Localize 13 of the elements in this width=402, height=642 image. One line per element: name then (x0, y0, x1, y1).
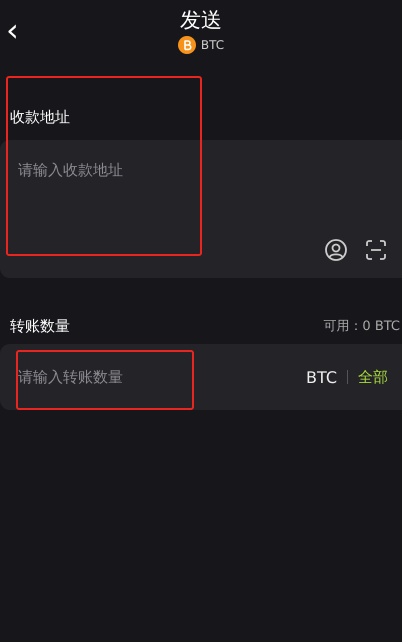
available-balance: 可用：0 BTC (323, 318, 400, 335)
address-input[interactable]: 请输入收款地址 (16, 160, 240, 180)
unit-label: BTC (306, 368, 337, 386)
contact-icon[interactable] (324, 238, 348, 262)
coin-icon (178, 36, 196, 54)
field-label: 转账数量 (10, 316, 70, 336)
field-label: 收款地址 (9, 107, 71, 128)
all-button[interactable]: 全部 (358, 368, 388, 386)
coin-label: BTC (200, 38, 224, 52)
scan-icon[interactable] (364, 238, 388, 262)
back-button[interactable]: ‹ (2, 14, 23, 46)
page-title: 发送 (180, 7, 222, 34)
amount-input[interactable]: 请输入转账数量 (16, 367, 306, 387)
